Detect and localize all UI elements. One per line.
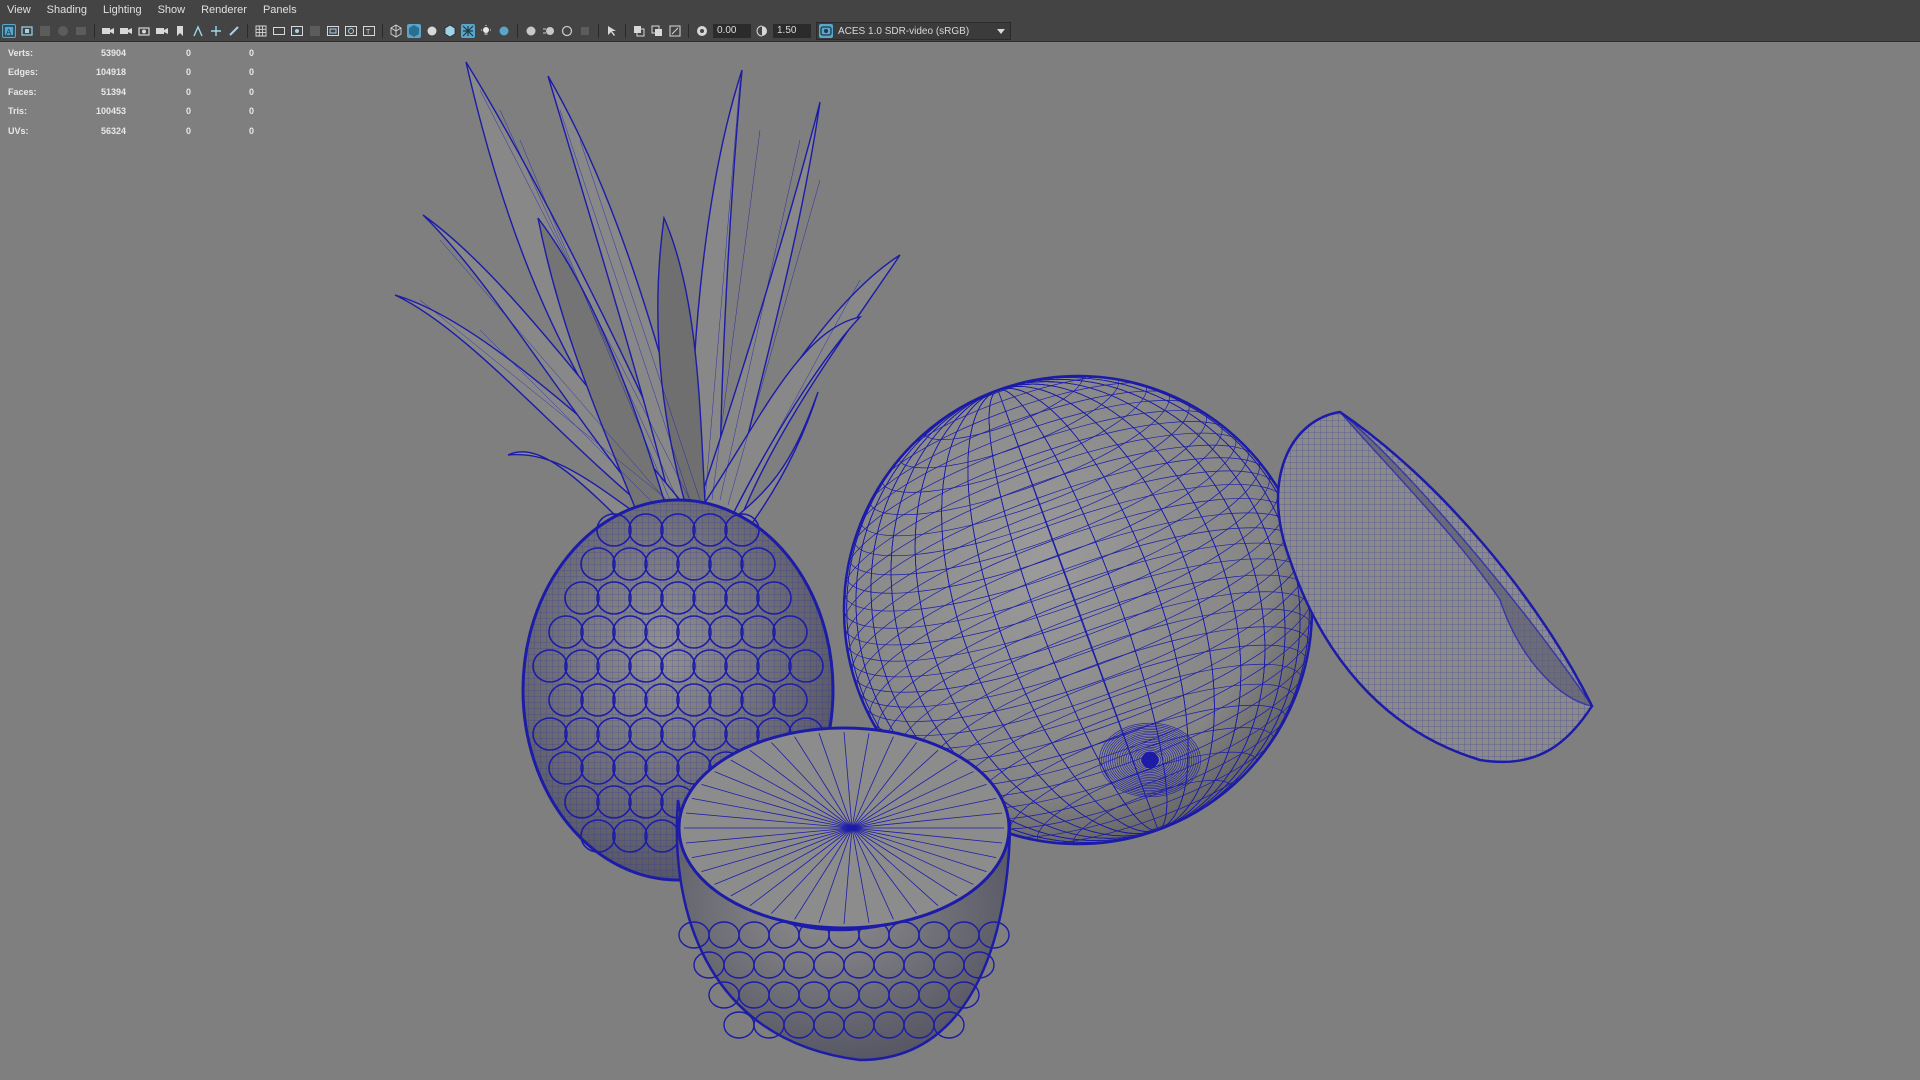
menu-renderer[interactable]: Renderer	[193, 0, 255, 21]
gate-mask-icon[interactable]	[308, 24, 322, 38]
select-camera-icon[interactable]: A	[2, 24, 16, 38]
hud-label: Faces:	[8, 86, 37, 97]
hud-value-total: 51394	[100, 86, 126, 97]
xray-joints-icon[interactable]	[632, 24, 646, 38]
panel-toolbar: A T ACES 1.0 SDR-video (sRGB)	[0, 21, 1920, 42]
snapshot-icon[interactable]	[137, 24, 151, 38]
hud-value-selected: 0	[185, 47, 191, 58]
panel-menu-bar: View Shading Lighting Show Renderer Pane…	[0, 0, 1920, 22]
resolution-gate-icon[interactable]	[290, 24, 304, 38]
camera-attributes-icon[interactable]	[20, 24, 34, 38]
default-material-icon[interactable]	[425, 24, 439, 38]
hud-row-faces: Faces: 51394 0 0	[8, 82, 254, 102]
color-space-dropdown[interactable]: ACES 1.0 SDR-video (sRGB)	[816, 22, 1011, 40]
wireframe-shading-icon[interactable]	[389, 24, 403, 38]
pineapple-half	[675, 726, 1012, 1062]
hud-value-component: 0	[248, 106, 254, 117]
isolate-select-icon[interactable]	[605, 24, 619, 38]
toolbar-divider	[625, 24, 626, 38]
smooth-shade-icon[interactable]	[407, 24, 421, 38]
menu-show[interactable]: Show	[150, 0, 194, 21]
film-gate-icon[interactable]	[272, 24, 286, 38]
bookmark-icon[interactable]	[173, 24, 187, 38]
pan-zoom-icon[interactable]	[209, 24, 223, 38]
exposure-field[interactable]	[713, 24, 751, 38]
anti-aliasing-icon[interactable]	[560, 24, 574, 38]
svg-text:T: T	[366, 29, 371, 36]
hud-value-selected: 0	[185, 86, 191, 97]
exposure-icon[interactable]	[695, 24, 709, 38]
hud-label: Tris:	[8, 106, 28, 117]
menu-lighting[interactable]: Lighting	[95, 0, 150, 21]
toolbar-divider	[688, 24, 689, 38]
color-management-icon[interactable]	[819, 24, 833, 38]
hud-label: Edges:	[8, 67, 39, 78]
toolbar-divider	[517, 24, 518, 38]
toolbar-divider	[382, 24, 383, 38]
poly-count-hud: Verts: 53904 0 0 Edges: 104918 0 0 Faces…	[8, 43, 254, 141]
hud-value-total: 53904	[100, 47, 126, 58]
toolbar-divider	[598, 24, 599, 38]
hud-label: Verts:	[8, 47, 34, 58]
hud-value-total: 56324	[100, 125, 126, 136]
ambient-occlusion-icon[interactable]	[524, 24, 538, 38]
hud-row-tris: Tris: 100453 0 0	[8, 102, 254, 122]
hud-value-total: 104918	[95, 67, 126, 78]
hud-value-selected: 0	[185, 67, 191, 78]
wireframe-on-shaded-icon[interactable]	[443, 24, 457, 38]
camera-icon[interactable]	[101, 24, 115, 38]
field-chart-icon[interactable]	[326, 24, 340, 38]
hud-row-edges: Edges: 104918 0 0	[8, 63, 254, 83]
hud-label: UVs:	[8, 125, 29, 136]
svg-text:A: A	[6, 28, 12, 37]
hud-row-verts: Verts: 53904 0 0	[8, 43, 254, 63]
xray-active-icon[interactable]	[650, 24, 664, 38]
xray-icon[interactable]	[461, 24, 475, 38]
toolbar-divider	[94, 24, 95, 38]
image-plane-icon[interactable]	[56, 24, 70, 38]
menu-shading[interactable]: Shading	[39, 0, 95, 21]
grease-pencil-icon[interactable]	[74, 24, 88, 38]
bookmarks-icon[interactable]	[38, 24, 52, 38]
pineapple-leaves	[394, 61, 901, 541]
hud-value-component: 0	[248, 125, 254, 136]
depth-of-field-icon[interactable]	[578, 24, 592, 38]
gamma-icon[interactable]	[755, 24, 769, 38]
menu-view[interactable]: View	[0, 0, 39, 21]
hud-value-component: 0	[248, 86, 254, 97]
hud-value-component: 0	[248, 67, 254, 78]
chevron-down-icon[interactable]	[994, 24, 1008, 38]
hud-row-uvs: UVs: 56324 0 0	[8, 121, 254, 141]
hud-value-selected: 0	[185, 125, 191, 136]
playblast-icon[interactable]	[155, 24, 169, 38]
lights-icon[interactable]	[479, 24, 493, 38]
hud-value-component: 0	[248, 47, 254, 58]
camera-lock-icon[interactable]	[119, 24, 133, 38]
hud-value-total: 100453	[95, 106, 126, 117]
grid-icon[interactable]	[254, 24, 268, 38]
orange-half	[1276, 410, 1594, 764]
shadows-icon[interactable]	[497, 24, 511, 38]
gamma-field[interactable]	[773, 24, 811, 38]
pencil-icon[interactable]	[227, 24, 241, 38]
safe-title-icon[interactable]: T	[362, 24, 376, 38]
viewport[interactable]	[0, 0, 1920, 1080]
menu-panels[interactable]: Panels	[255, 0, 305, 21]
color-space-label: ACES 1.0 SDR-video (sRGB)	[838, 25, 970, 37]
grid-snap-icon[interactable]	[191, 24, 205, 38]
motion-blur-icon[interactable]	[542, 24, 556, 38]
toolbar-divider	[247, 24, 248, 38]
backface-culling-icon[interactable]	[668, 24, 682, 38]
hud-value-selected: 0	[185, 106, 191, 117]
safe-action-icon[interactable]	[344, 24, 358, 38]
